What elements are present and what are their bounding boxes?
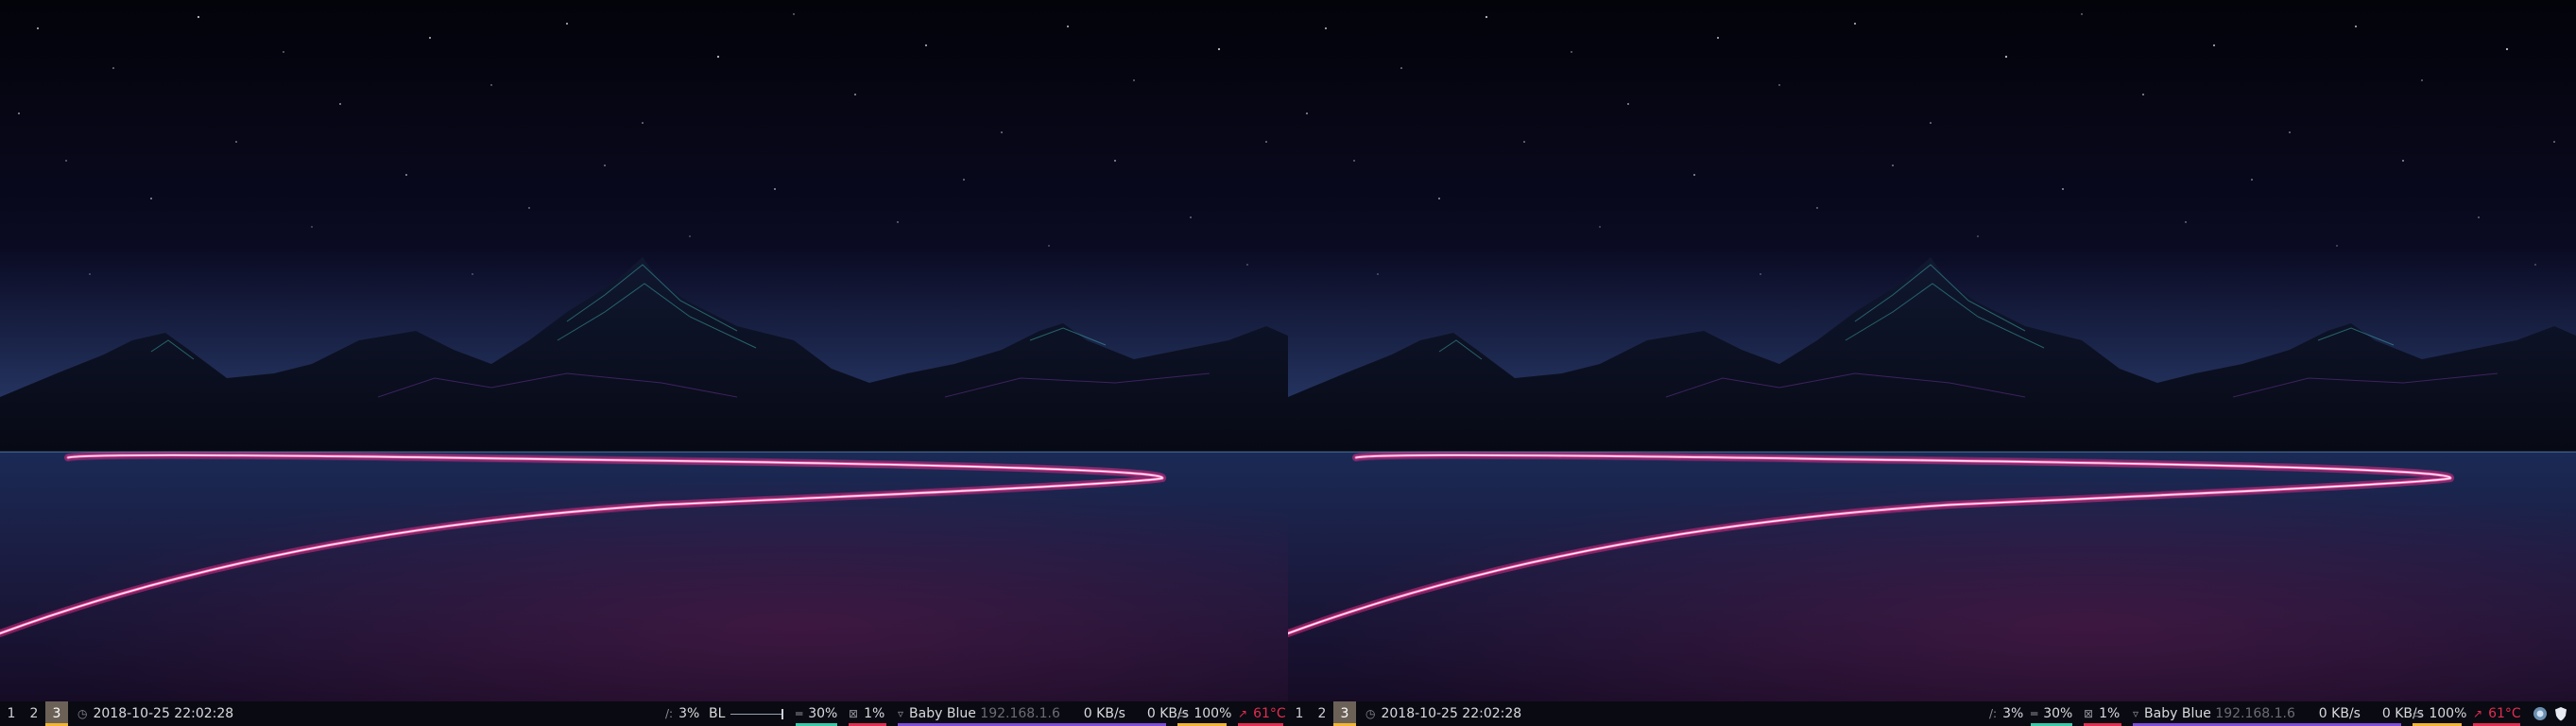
battery-value: 100%: [2429, 706, 2467, 721]
wifi-ssid: Baby Blue: [2144, 706, 2211, 721]
clock[interactable]: ◷ 2018-10-25 22:02:28: [1365, 701, 1521, 726]
cpu-icon: /:: [1989, 707, 1998, 720]
workspace-3-button[interactable]: 3: [1333, 701, 1356, 726]
clock-text: 2018-10-25 22:02:28: [93, 706, 234, 721]
net-down-value: 0 KB/s: [1083, 706, 1125, 721]
network-manager-icon[interactable]: [2532, 705, 2549, 722]
workspace-1-button[interactable]: 1: [1288, 701, 1311, 726]
temperature-module[interactable]: ↗ 61°C: [2473, 701, 2521, 726]
memory-value: 30%: [2043, 706, 2073, 721]
temperature-value: 61°C: [1253, 706, 1286, 721]
wifi-module[interactable]: ▿ Baby Blue 192.168.1.6 0 KB/s 0 KB/s: [2133, 701, 2424, 726]
backlight-label: BL: [709, 706, 726, 721]
memory-value: 30%: [808, 706, 838, 721]
cpu-value: 3%: [678, 706, 700, 721]
net-down-value: 0 KB/s: [2318, 706, 2361, 721]
clock-icon: ◷: [1365, 707, 1376, 720]
clock[interactable]: ◷ 2018-10-25 22:02:28: [77, 701, 233, 726]
swap-value: 1%: [2099, 706, 2121, 721]
temperature-module[interactable]: ↗ 61°C: [1238, 701, 1286, 726]
wifi-ssid: Baby Blue: [909, 706, 976, 721]
swap-value: 1%: [864, 706, 885, 721]
swap-module[interactable]: ⊠ 1%: [849, 701, 886, 726]
clock-icon: ◷: [77, 707, 88, 720]
monitor-left: 1 2 3 ◷ 2018-10-25 22:02:28 /: 3% BL ═ 30% …: [0, 0, 1288, 726]
status-bar: 1 2 3 ◷ 2018-10-25 22:02:28 /: 3% BL ═ 30% …: [0, 701, 1288, 726]
backlight-module[interactable]: BL: [709, 701, 787, 726]
desktop-wallpaper: [1288, 0, 2576, 701]
cpu-value: 3%: [2002, 706, 2024, 721]
workspace-2-button[interactable]: 2: [23, 701, 45, 726]
battery-module[interactable]: ▭ 100%: [2413, 701, 2466, 726]
cpu-module[interactable]: /: 3%: [1989, 701, 2023, 726]
battery-module[interactable]: ▭ 100%: [1177, 701, 1231, 726]
battery-value: 100%: [1194, 706, 1232, 721]
workspace-1-button[interactable]: 1: [0, 701, 23, 726]
memory-module[interactable]: ═ 30%: [796, 701, 837, 726]
shield-icon[interactable]: [2552, 705, 2569, 722]
wifi-ip: 192.168.1.6: [2215, 706, 2295, 721]
wifi-ip: 192.168.1.6: [980, 706, 1060, 721]
desktop-wallpaper: [0, 0, 1288, 701]
cpu-module[interactable]: /: 3%: [665, 701, 699, 726]
cpu-icon: /:: [665, 707, 674, 720]
monitor-right: 1 2 3 ◷ 2018-10-25 22:02:28 /: 3% ═ 30% ⊠ 1%…: [1288, 0, 2576, 726]
workspace-3-button[interactable]: 3: [45, 701, 68, 726]
swap-module[interactable]: ⊠ 1%: [2084, 701, 2121, 726]
clock-text: 2018-10-25 22:02:28: [1381, 706, 1522, 721]
workspace-2-button[interactable]: 2: [1311, 701, 1333, 726]
backlight-slider[interactable]: [730, 708, 784, 719]
status-bar: 1 2 3 ◷ 2018-10-25 22:02:28 /: 3% ═ 30% ⊠ 1%…: [1288, 701, 2576, 726]
memory-module[interactable]: ═ 30%: [2031, 701, 2072, 726]
wifi-module[interactable]: ▿ Baby Blue 192.168.1.6 0 KB/s 0 KB/s: [898, 701, 1189, 726]
temperature-value: 61°C: [2488, 706, 2521, 721]
